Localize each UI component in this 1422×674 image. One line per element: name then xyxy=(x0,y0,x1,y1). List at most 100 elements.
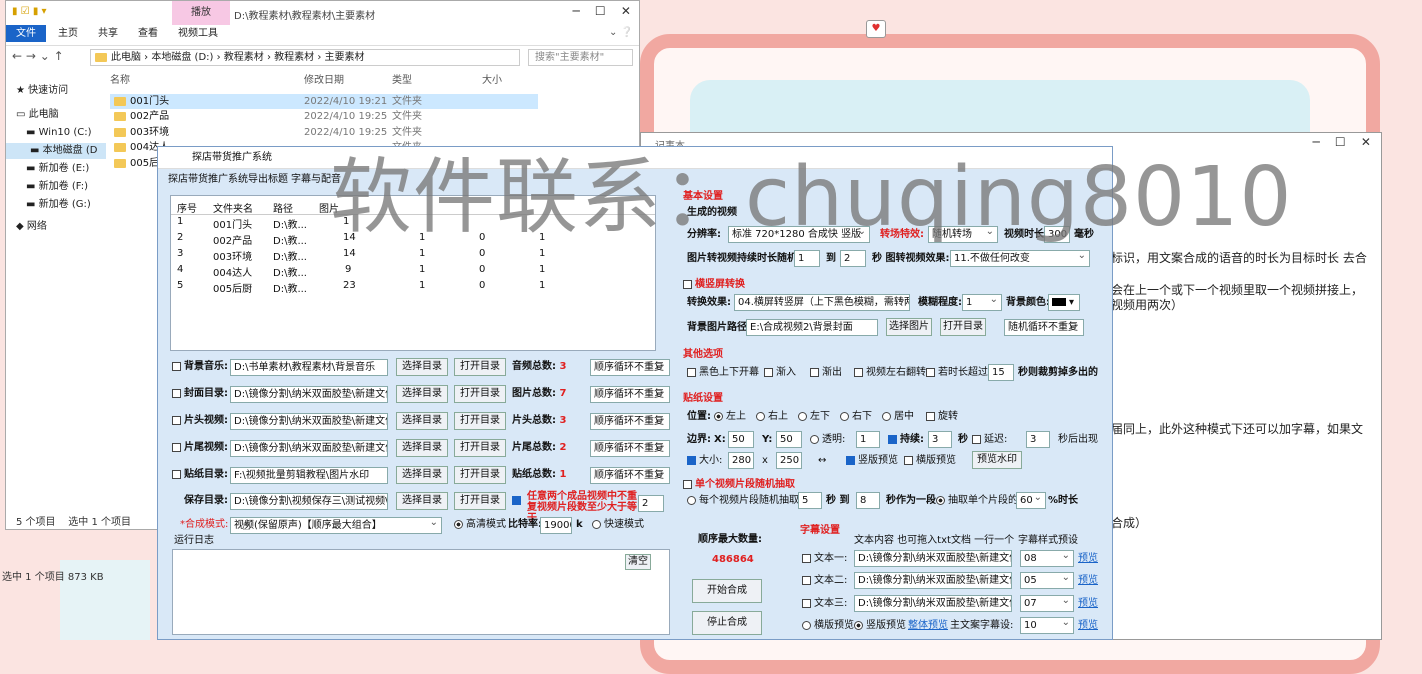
window-controls[interactable]: ─ ☐ ✕ xyxy=(1312,135,1371,149)
list-item[interactable]: 001门头 2022/4/10 19:21 文件夹 xyxy=(110,94,538,109)
trim-checkbox[interactable]: 若时长超过 xyxy=(926,365,988,381)
table-cell[interactable]: 0 xyxy=(479,248,485,259)
tab-file[interactable]: 文件 xyxy=(6,25,46,42)
pos-top-left-radio[interactable]: 左上 xyxy=(714,409,746,425)
size-checkbox[interactable]: 大小: xyxy=(687,453,722,469)
table-cell[interactable]: 3 xyxy=(177,248,183,259)
clip-pct-select[interactable]: 60 xyxy=(1016,492,1046,509)
sticker-dir-path[interactable]: F:\视频批量剪辑教程\图片水印 xyxy=(230,467,388,484)
main-preview-link[interactable]: 预览 xyxy=(1078,618,1098,634)
table-cell[interactable]: 1 xyxy=(539,280,545,291)
black-curtain-checkbox[interactable]: 黑色上下开幕 xyxy=(687,365,759,381)
table-cell[interactable]: 0 xyxy=(479,280,485,291)
bg-music-mode-select[interactable]: 顺序循环不重复 xyxy=(590,359,670,376)
table-cell[interactable]: D:\教... xyxy=(273,248,307,263)
margin-y-input[interactable]: 50 xyxy=(776,431,802,448)
table-cell[interactable]: 2 xyxy=(177,232,183,243)
table-cell[interactable]: 001门头 xyxy=(213,216,252,231)
back-forward-icons[interactable]: ← → ⌄ ↑ xyxy=(12,49,64,63)
clip-random-checkbox[interactable]: 单个视频片段随机抽取 xyxy=(683,477,795,493)
fast-mode-radio[interactable]: 快速模式 xyxy=(592,517,644,533)
clear-log-button[interactable]: 清空 xyxy=(625,554,651,570)
tab-home[interactable]: 主页 xyxy=(58,25,78,42)
open-dir-button[interactable]: 打开目录 xyxy=(454,412,506,430)
sticker-dir-checkbox[interactable]: 贴纸目录: xyxy=(172,467,228,483)
unique-check[interactable] xyxy=(512,493,524,509)
bg-music-checkbox[interactable]: 背景音乐: xyxy=(172,359,228,375)
table-cell[interactable]: 9 xyxy=(345,264,351,275)
text2-style-select[interactable]: 05 xyxy=(1020,572,1074,589)
nav-drive-g[interactable]: ▬ 新加卷 (G:) xyxy=(26,197,91,213)
portrait-preview-radio[interactable]: 竖版预览 xyxy=(854,618,906,634)
table-cell[interactable]: D:\教... xyxy=(273,216,307,231)
whole-preview-link[interactable]: 整体预览 xyxy=(908,618,948,634)
table-cell[interactable]: 004达人 xyxy=(213,264,252,279)
open-dir-button[interactable]: 打开目录 xyxy=(454,385,506,403)
text2-preview-link[interactable]: 预览 xyxy=(1078,573,1098,589)
pos-bottom-right-radio[interactable]: 右下 xyxy=(840,409,872,425)
help-icon[interactable]: ⌄ ❔ xyxy=(609,27,633,38)
choose-dir-button[interactable]: 选择目录 xyxy=(396,412,448,430)
portrait-preview-checkbox[interactable]: 竖版预览 xyxy=(846,453,898,469)
column-date[interactable]: 修改日期 xyxy=(304,71,344,86)
landscape-preview-radio[interactable]: 横版预览 xyxy=(802,618,854,634)
table-cell[interactable]: 14 xyxy=(343,248,356,259)
window-controls[interactable]: ─ ☐ ✕ xyxy=(572,4,631,18)
table-cell[interactable]: D:\教... xyxy=(273,264,307,279)
menu-item[interactable]: 探店带货推广系统 xyxy=(168,171,248,189)
tab-share[interactable]: 共享 xyxy=(98,25,118,42)
run-log[interactable]: 清空 xyxy=(172,549,670,635)
opacity-input[interactable]: 1 xyxy=(856,431,880,448)
tab-video-tools[interactable]: 视频工具 xyxy=(178,25,218,42)
text1-style-select[interactable]: 08 xyxy=(1020,550,1074,567)
breadcrumb[interactable]: 教程素材 xyxy=(274,52,314,63)
breadcrumb[interactable]: 本地磁盘 (D:) xyxy=(151,52,213,63)
intro-video-checkbox[interactable]: 片头视频: xyxy=(172,413,228,429)
text1-path[interactable]: D:\镜像分割\纳米双面胶垫\新建文件夹 xyxy=(854,550,1012,567)
clip-pct-radio[interactable]: 抽取单个片段的 xyxy=(936,493,1018,509)
table-cell[interactable]: D:\教... xyxy=(273,232,307,247)
table-cell[interactable]: 1 xyxy=(539,264,545,275)
landscape-portrait-checkbox[interactable]: 横竖屏转换 xyxy=(683,277,745,293)
column-size[interactable]: 大小 xyxy=(482,71,502,86)
text2-checkbox[interactable]: 文本二: xyxy=(802,573,847,589)
choose-dir-button[interactable]: 选择目录 xyxy=(396,358,448,376)
outro-video-path[interactable]: D:\镜像分割\纳米双面胶垫\新建文件夹 xyxy=(230,440,388,457)
width-input[interactable]: 280 xyxy=(728,452,754,469)
margin-x-input[interactable]: 50 xyxy=(728,431,754,448)
tab-play[interactable]: 播放 xyxy=(172,1,230,25)
text2-path[interactable]: D:\镜像分割\纳米双面胶垫\新建文件夹 xyxy=(854,572,1012,589)
bg-color-picker[interactable]: ▾ xyxy=(1048,294,1080,311)
save-dir-path[interactable]: D:\镜像分割\视频保存三\测试视频\040 xyxy=(230,493,388,510)
text3-path[interactable]: D:\镜像分割\纳米双面胶垫\新建文件夹 xyxy=(854,595,1012,612)
breadcrumb[interactable]: 主要素材 xyxy=(325,52,365,63)
hd-mode-radio[interactable]: 高清模式 xyxy=(454,517,506,533)
delay-input[interactable]: 3 xyxy=(1026,431,1050,448)
open-dir-button[interactable]: 打开目录 xyxy=(454,466,506,484)
tab-view[interactable]: 查看 xyxy=(138,25,158,42)
nav-drive-f[interactable]: ▬ 新加卷 (F:) xyxy=(26,179,88,195)
clip-max-input[interactable]: 8 xyxy=(856,492,880,509)
open-dir-button[interactable]: 打开目录 xyxy=(454,358,506,376)
nav-drive-c[interactable]: ▬ Win10 (C:) xyxy=(26,125,91,141)
text3-style-select[interactable]: 07 xyxy=(1020,595,1074,612)
choose-image-button[interactable]: 选择图片 xyxy=(886,318,932,336)
table-cell[interactable]: 1 xyxy=(419,264,425,275)
cover-dir-checkbox[interactable]: 封面目录: xyxy=(172,386,228,402)
trim-seconds-input[interactable]: 15 xyxy=(988,364,1014,381)
table-cell[interactable]: 1 xyxy=(419,248,425,259)
intro-video-path[interactable]: D:\镜像分割\纳米双面胶垫\新建文件夹 xyxy=(230,413,388,430)
table-cell[interactable]: 1 xyxy=(177,216,183,227)
text3-checkbox[interactable]: 文本三: xyxy=(802,596,847,612)
nav-network[interactable]: ◆ 网络 xyxy=(16,219,47,235)
pos-bottom-left-radio[interactable]: 左下 xyxy=(798,409,830,425)
table-cell[interactable]: 1 xyxy=(419,280,425,291)
table-cell[interactable]: 003环境 xyxy=(213,248,252,263)
search-input[interactable]: 搜索"主要素材" xyxy=(528,49,633,66)
fade-out-checkbox[interactable]: 渐出 xyxy=(810,365,842,381)
open-dir-button[interactable]: 打开目录 xyxy=(940,318,986,336)
pos-top-right-radio[interactable]: 右上 xyxy=(756,409,788,425)
bg-mode-select[interactable]: 随机循环不重复 xyxy=(1004,319,1084,336)
table-cell[interactable]: 23 xyxy=(343,280,356,291)
image-effect-select[interactable]: 11.不做任何改变 xyxy=(950,250,1090,267)
